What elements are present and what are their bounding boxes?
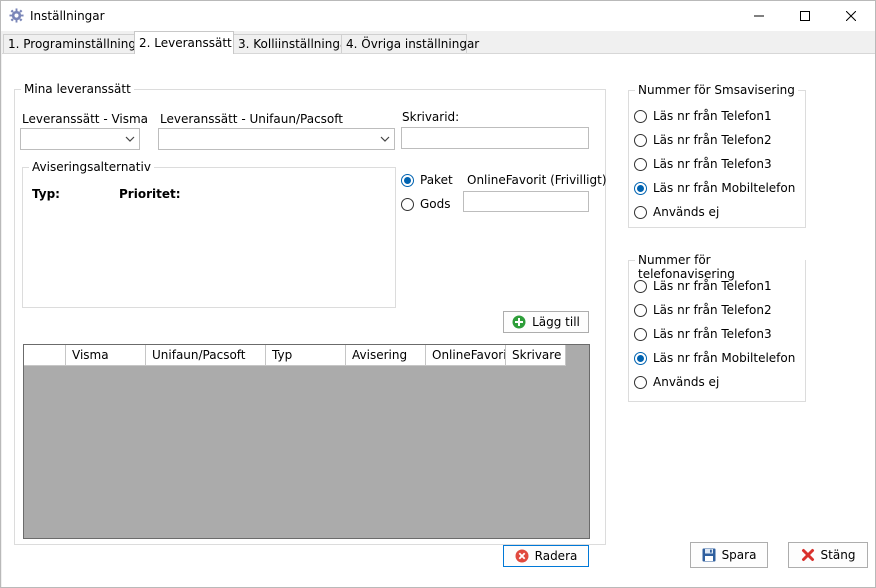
phone-option-anvands-ej[interactable]: Används ej (634, 373, 719, 391)
grid-header-skrivare[interactable]: Skrivare (506, 345, 566, 366)
phone-option-label: Används ej (653, 375, 720, 389)
paket-label: Paket (420, 173, 453, 187)
radio-indicator (634, 375, 647, 389)
minimize-icon (754, 15, 764, 17)
phone-option-telefon2[interactable]: Läs nr från Telefon2 (634, 301, 772, 319)
add-button[interactable]: Lägg till (503, 311, 589, 333)
grid-header-unifaun[interactable]: Unifaun/Pacsoft (146, 345, 266, 366)
phone-option-label: Läs nr från Mobiltelefon (653, 351, 796, 365)
phone-option-label: Läs nr från Telefon1 (653, 279, 772, 293)
chevron-down-icon (125, 136, 135, 142)
add-button-label: Lägg till (532, 315, 580, 329)
phone-option-label: Läs nr från Telefon2 (653, 303, 772, 317)
skrivarid-input[interactable] (401, 127, 589, 149)
gods-radio[interactable]: Gods (401, 195, 451, 213)
gear-icon (9, 8, 24, 23)
radio-indicator (401, 197, 414, 211)
floppy-disk-icon (702, 548, 716, 562)
phone-option-telefon3[interactable]: Läs nr från Telefon3 (634, 325, 772, 343)
tab-content: Mina leveranssätt Leveranssätt - Visma L… (2, 53, 875, 587)
radio-indicator (634, 133, 647, 147)
sms-option-telefon1[interactable]: Läs nr från Telefon1 (634, 107, 772, 125)
tab-ovriga-installningar[interactable]: 4. Övriga inställningar (341, 34, 479, 53)
tab-leveranssatt[interactable]: 2. Leveranssätt (134, 31, 234, 54)
paket-radio[interactable]: Paket (401, 171, 453, 189)
chevron-down-icon (380, 136, 390, 142)
x-icon (801, 549, 814, 561)
aviseringsalternativ-group: Aviseringsalternativ (22, 160, 396, 308)
maximize-button[interactable] (782, 1, 828, 31)
tab-programinstallningar[interactable]: 1. Programinställningar (3, 34, 148, 53)
phone-option-label: Läs nr från Telefon3 (653, 327, 772, 341)
delete-button-label: Radera (534, 549, 578, 563)
grid-header-onlinefavorit[interactable]: OnlineFavorit (426, 345, 506, 366)
save-button-label: Spara (721, 548, 757, 562)
skrivarid-label: Skrivarid: (402, 110, 460, 124)
sms-option-label: Läs nr från Telefon3 (653, 157, 772, 171)
tab-kolliinstallningar[interactable]: 3. Kolliinställningar (233, 34, 352, 53)
radio-indicator (634, 109, 647, 123)
aviseringsalternativ-legend: Aviseringsalternativ (29, 160, 154, 174)
save-button[interactable]: Spara (690, 542, 768, 568)
x-circle-icon (515, 549, 529, 563)
sms-option-telefon3[interactable]: Läs nr från Telefon3 (634, 155, 772, 173)
onlinefavorit-input[interactable] (463, 191, 589, 212)
sms-option-anvands-ej[interactable]: Används ej (634, 203, 719, 221)
radio-indicator (401, 173, 414, 187)
prioritet-label: Prioritet: (119, 187, 181, 201)
minimize-button[interactable] (736, 1, 782, 31)
radio-indicator (634, 303, 647, 317)
sms-avisering-legend: Nummer för Smsavisering (635, 83, 798, 97)
sms-option-telefon2[interactable]: Läs nr från Telefon2 (634, 131, 772, 149)
maximize-icon (800, 11, 810, 21)
plus-circle-icon (512, 315, 526, 329)
visma-label: Leveranssätt - Visma (22, 112, 149, 126)
radio-indicator (634, 157, 647, 171)
radio-indicator (634, 279, 647, 293)
settings-window: Inställningar 1. Programinställningar 2.… (0, 0, 876, 588)
title-bar: Inställningar (1, 1, 875, 31)
sms-option-label: Används ej (653, 205, 720, 219)
radio-indicator (634, 327, 647, 341)
close-window-button[interactable] (828, 1, 874, 31)
phone-option-mobiltelefon[interactable]: Läs nr från Mobiltelefon (634, 349, 795, 367)
grid-header-row-selector (24, 345, 66, 366)
delete-button[interactable]: Radera (503, 545, 589, 567)
close-icon (846, 11, 856, 21)
unifaun-combobox[interactable] (158, 128, 395, 150)
close-button-label: Stäng (820, 548, 856, 562)
sms-option-mobiltelefon[interactable]: Läs nr från Mobiltelefon (634, 179, 795, 197)
window-title: Inställningar (30, 9, 105, 23)
radio-indicator (634, 351, 647, 365)
sms-option-label: Läs nr från Telefon2 (653, 133, 772, 147)
typ-label: Typ: (32, 187, 60, 201)
visma-combobox[interactable] (20, 128, 140, 150)
leveranssatt-grid[interactable]: Visma Unifaun/Pacsoft Typ Avisering Onli… (23, 344, 590, 539)
sms-option-label: Läs nr från Telefon1 (653, 109, 772, 123)
phone-option-telefon1[interactable]: Läs nr från Telefon1 (634, 277, 772, 295)
close-button[interactable]: Stäng (788, 542, 868, 568)
grid-header-avisering[interactable]: Avisering (346, 345, 426, 366)
grid-header: Visma Unifaun/Pacsoft Typ Avisering Onli… (24, 345, 566, 366)
unifaun-label: Leveranssätt - Unifaun/Pacsoft (160, 112, 343, 126)
grid-header-visma[interactable]: Visma (66, 345, 146, 366)
gods-label: Gods (420, 197, 451, 211)
radio-indicator (634, 205, 647, 219)
mina-leveranssatt-legend: Mina leveranssätt (21, 82, 134, 96)
sms-option-label: Läs nr från Mobiltelefon (653, 181, 796, 195)
onlinefavorit-label: OnlineFavorit (Frivilligt) (467, 173, 607, 187)
grid-header-typ[interactable]: Typ (266, 345, 346, 366)
radio-indicator (634, 181, 647, 195)
